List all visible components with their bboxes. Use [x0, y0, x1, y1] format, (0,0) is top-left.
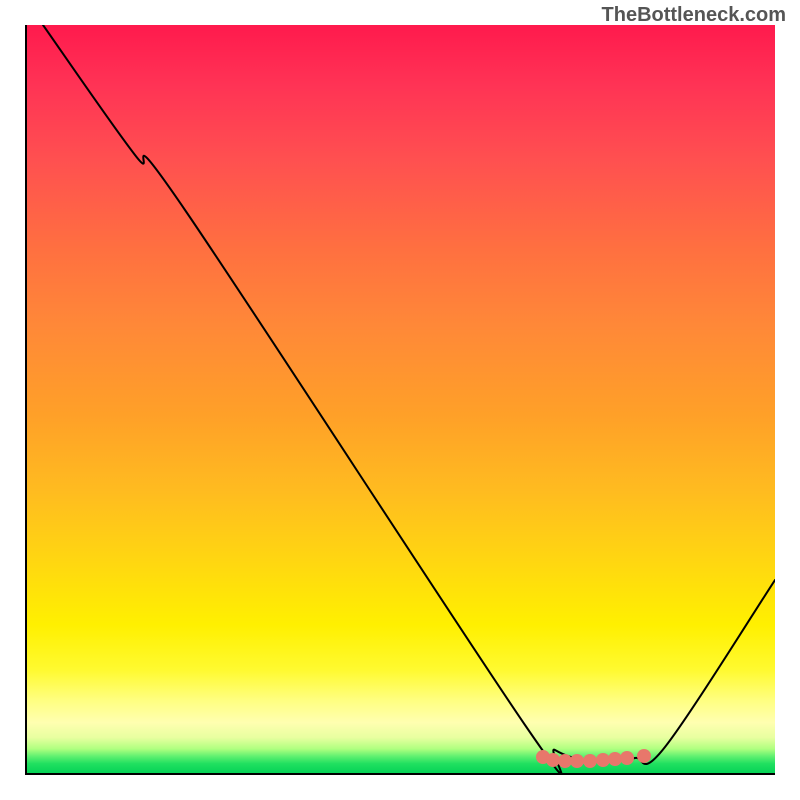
- plot-area: [25, 25, 775, 775]
- watermark: TheBottleneck.com: [602, 4, 786, 27]
- chart-background-gradient: [25, 25, 775, 775]
